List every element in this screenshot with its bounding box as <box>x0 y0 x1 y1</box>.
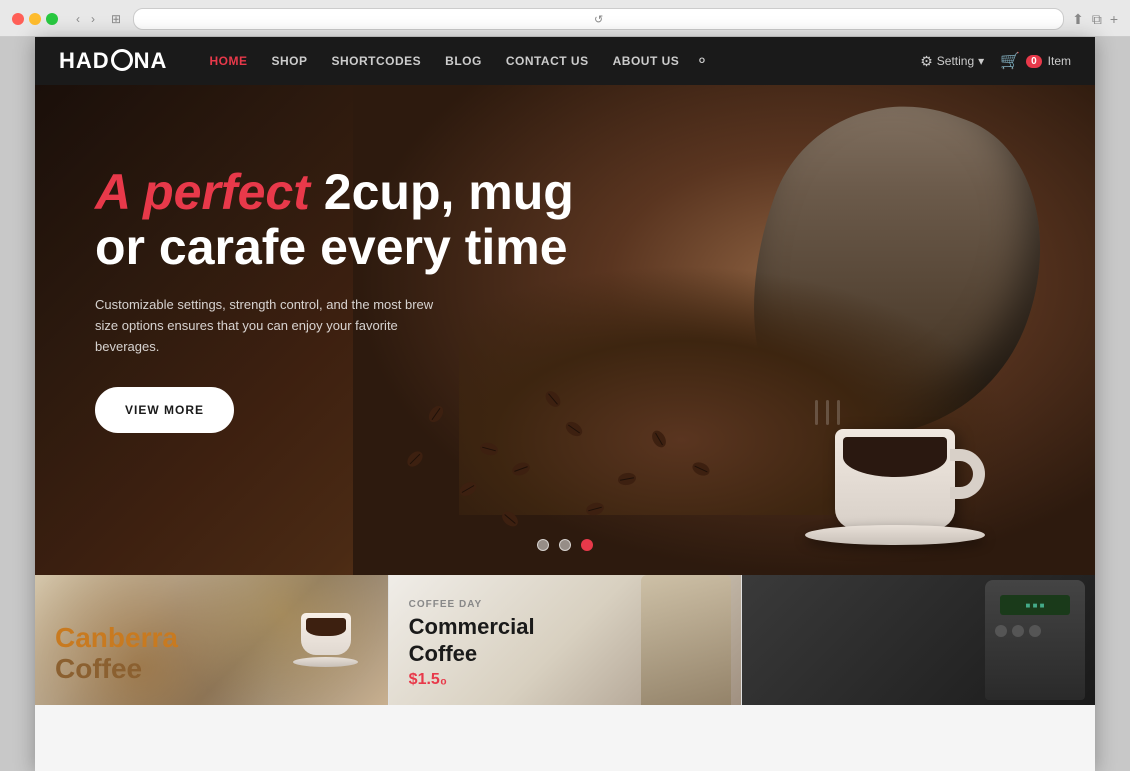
slider-dots <box>537 539 593 551</box>
nav-links: HOME SHOP SHORTCODES BLOG CONTACT US ABO… <box>197 51 920 71</box>
cart-badge: 0 <box>1026 55 1042 68</box>
card-2-subtitle: COFFEE DAY <box>409 599 535 610</box>
browser-actions: ⬆ ⧉ + <box>1072 11 1118 28</box>
hero-subtitle: Customizable settings, strength control,… <box>95 295 445 357</box>
card-2-price: $1.5₀ <box>409 671 535 689</box>
navbar: HAD NA HOME SHOP SHORTCODES BLOG CONTACT… <box>35 37 1095 85</box>
gear-icon: ⚙ <box>920 53 933 70</box>
logo-had: HAD <box>59 48 110 74</box>
product-card-2[interactable]: COFFEE DAY Commercial Coffee $1.5₀ <box>389 575 743 705</box>
nav-item-shortcodes[interactable]: SHORTCODES <box>319 54 433 68</box>
steam-lines <box>815 400 840 425</box>
machine-btn-1 <box>995 625 1007 637</box>
browser-chrome: ‹ › ⊞ ↺ ⬆ ⧉ + <box>0 0 1130 37</box>
machine-display: ■ ■ ■ <box>1026 601 1045 610</box>
steam-1 <box>815 400 818 425</box>
nav-item-contact[interactable]: CONTACT US <box>494 54 601 68</box>
card-2-content: COFFEE DAY Commercial Coffee $1.5₀ <box>409 599 535 689</box>
forward-arrow[interactable]: › <box>87 10 99 28</box>
nav-item-home[interactable]: HOME <box>197 54 259 68</box>
slide-dot-3[interactable] <box>581 539 593 551</box>
logo-na: NA <box>134 48 168 74</box>
address-text: ↺ <box>594 13 603 26</box>
chevron-down-icon: ▾ <box>978 54 984 68</box>
nav-item-about[interactable]: ABOUT US <box>601 54 692 68</box>
products-section: Canberra Coffee COFFEE DAY Commercial Co… <box>35 575 1095 771</box>
card-1-title-line2: Coffee <box>55 653 142 684</box>
address-bar[interactable]: ↺ <box>133 8 1064 30</box>
add-tab-icon[interactable]: + <box>1110 11 1118 28</box>
card-2-machine <box>641 575 731 705</box>
nav-item-blog[interactable]: BLOG <box>433 54 494 68</box>
coffee-machine: ■ ■ ■ <box>985 580 1085 700</box>
logo-o-circle <box>111 49 133 71</box>
hero-title: A perfect 2cup, mugor carafe every time <box>95 165 574 275</box>
site-window: HAD NA HOME SHOP SHORTCODES BLOG CONTACT… <box>35 37 1095 771</box>
card-1-cup <box>301 613 351 655</box>
card-1-title: Canberra Coffee <box>55 623 178 685</box>
tab-bar-toggle[interactable]: ⊞ <box>107 10 125 28</box>
logo[interactable]: HAD NA <box>59 48 167 74</box>
slide-dot-2[interactable] <box>559 539 571 551</box>
nav-right: ⚙ Setting ▾ 🛒 0 Item <box>920 51 1071 71</box>
share-icon[interactable]: ⬆ <box>1072 11 1084 28</box>
hero-title-accent: A perfect <box>95 164 310 220</box>
card-2-title: Commercial Coffee <box>409 614 535 667</box>
card-1-title-line1: Canberra <box>55 622 178 653</box>
setting-menu[interactable]: ⚙ Setting ▾ <box>920 53 984 70</box>
cart-button[interactable]: 🛒 0 Item <box>1000 51 1071 71</box>
close-button[interactable] <box>12 13 24 25</box>
search-icon[interactable]: ⚬ <box>695 51 708 71</box>
machine-btn-2 <box>1012 625 1024 637</box>
cart-icon: 🛒 <box>1000 51 1020 71</box>
machine-buttons <box>995 625 1075 637</box>
maximize-button[interactable] <box>46 13 58 25</box>
browser-nav-arrows: ‹ › <box>72 10 99 28</box>
card-1-text: Canberra Coffee <box>55 623 178 685</box>
product-card-3[interactable]: ■ ■ ■ <box>742 575 1095 705</box>
traffic-lights <box>12 13 58 25</box>
hero-section: A perfect 2cup, mugor carafe every time … <box>35 85 1095 575</box>
slide-dot-1[interactable] <box>537 539 549 551</box>
card-1-saucer <box>293 657 358 667</box>
steam-2 <box>826 400 829 425</box>
steam-3 <box>837 400 840 425</box>
cup <box>835 429 955 529</box>
setting-label: Setting <box>937 54 974 68</box>
back-arrow[interactable]: ‹ <box>72 10 84 28</box>
coffee-cup-area <box>795 325 995 545</box>
machine-screen: ■ ■ ■ <box>1000 595 1070 615</box>
cup-handle <box>950 449 985 499</box>
view-more-button[interactable]: VIEW MORE <box>95 387 234 433</box>
cart-label: Item <box>1048 54 1071 68</box>
machine-btn-3 <box>1029 625 1041 637</box>
nav-item-shop[interactable]: SHOP <box>259 54 319 68</box>
hero-content: A perfect 2cup, mugor carafe every time … <box>95 165 574 433</box>
product-card-1[interactable]: Canberra Coffee <box>35 575 389 705</box>
saucer <box>805 525 985 545</box>
minimize-button[interactable] <box>29 13 41 25</box>
new-tab-icon[interactable]: ⧉ <box>1092 11 1102 28</box>
